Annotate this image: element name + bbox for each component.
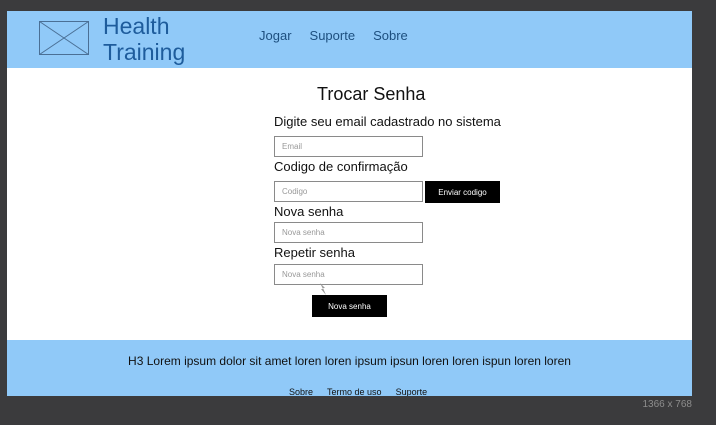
footer-bar: H3 Lorem ipsum dolor sit amet loren lore… [7,340,692,396]
canvas-resolution-label: 1366 x 768 [642,399,693,410]
footer-link-sobre[interactable]: Sobre [289,387,313,396]
header-bar: Health Training Jogar Suporte Sobre [7,11,692,68]
brand-title: Health Training [103,13,185,65]
footer-links: Sobre Termo de uso Suporte [289,387,427,396]
footer-link-termo-de-uso[interactable]: Termo de uso [327,387,382,396]
cursor-icon [320,283,326,295]
submit-new-password-button[interactable]: Nova senha [312,295,387,317]
nav-suporte[interactable]: Suporte [310,28,356,43]
code-label: Codigo de confirmação [274,159,408,174]
repeat-password-field[interactable] [274,264,423,285]
email-label: Digite seu email cadastrado no sistema [274,114,501,129]
code-field[interactable] [274,181,423,202]
logo-placeholder-icon [39,21,89,55]
main-nav: Jogar Suporte Sobre [259,28,408,43]
footer-link-suporte[interactable]: Suporte [396,387,428,396]
nav-sobre[interactable]: Sobre [373,28,408,43]
page-title: Trocar Senha [317,84,426,104]
brand-line-1: Health [103,13,170,39]
new-password-label: Nova senha [274,204,344,219]
new-password-field[interactable] [274,222,423,243]
nav-jogar[interactable]: Jogar [259,28,292,43]
brand-line-2: Training [103,39,186,65]
change-password-form: Trocar Senha Digite seu email cadastrado… [7,68,692,340]
repeat-password-label: Repetir senha [274,245,355,260]
send-code-button[interactable]: Enviar codigo [425,181,500,203]
page-frame: Health Training Jogar Suporte Sobre Troc… [7,11,692,396]
footer-heading: H3 Lorem ipsum dolor sit amet loren lore… [128,354,571,368]
email-field[interactable] [274,136,423,157]
